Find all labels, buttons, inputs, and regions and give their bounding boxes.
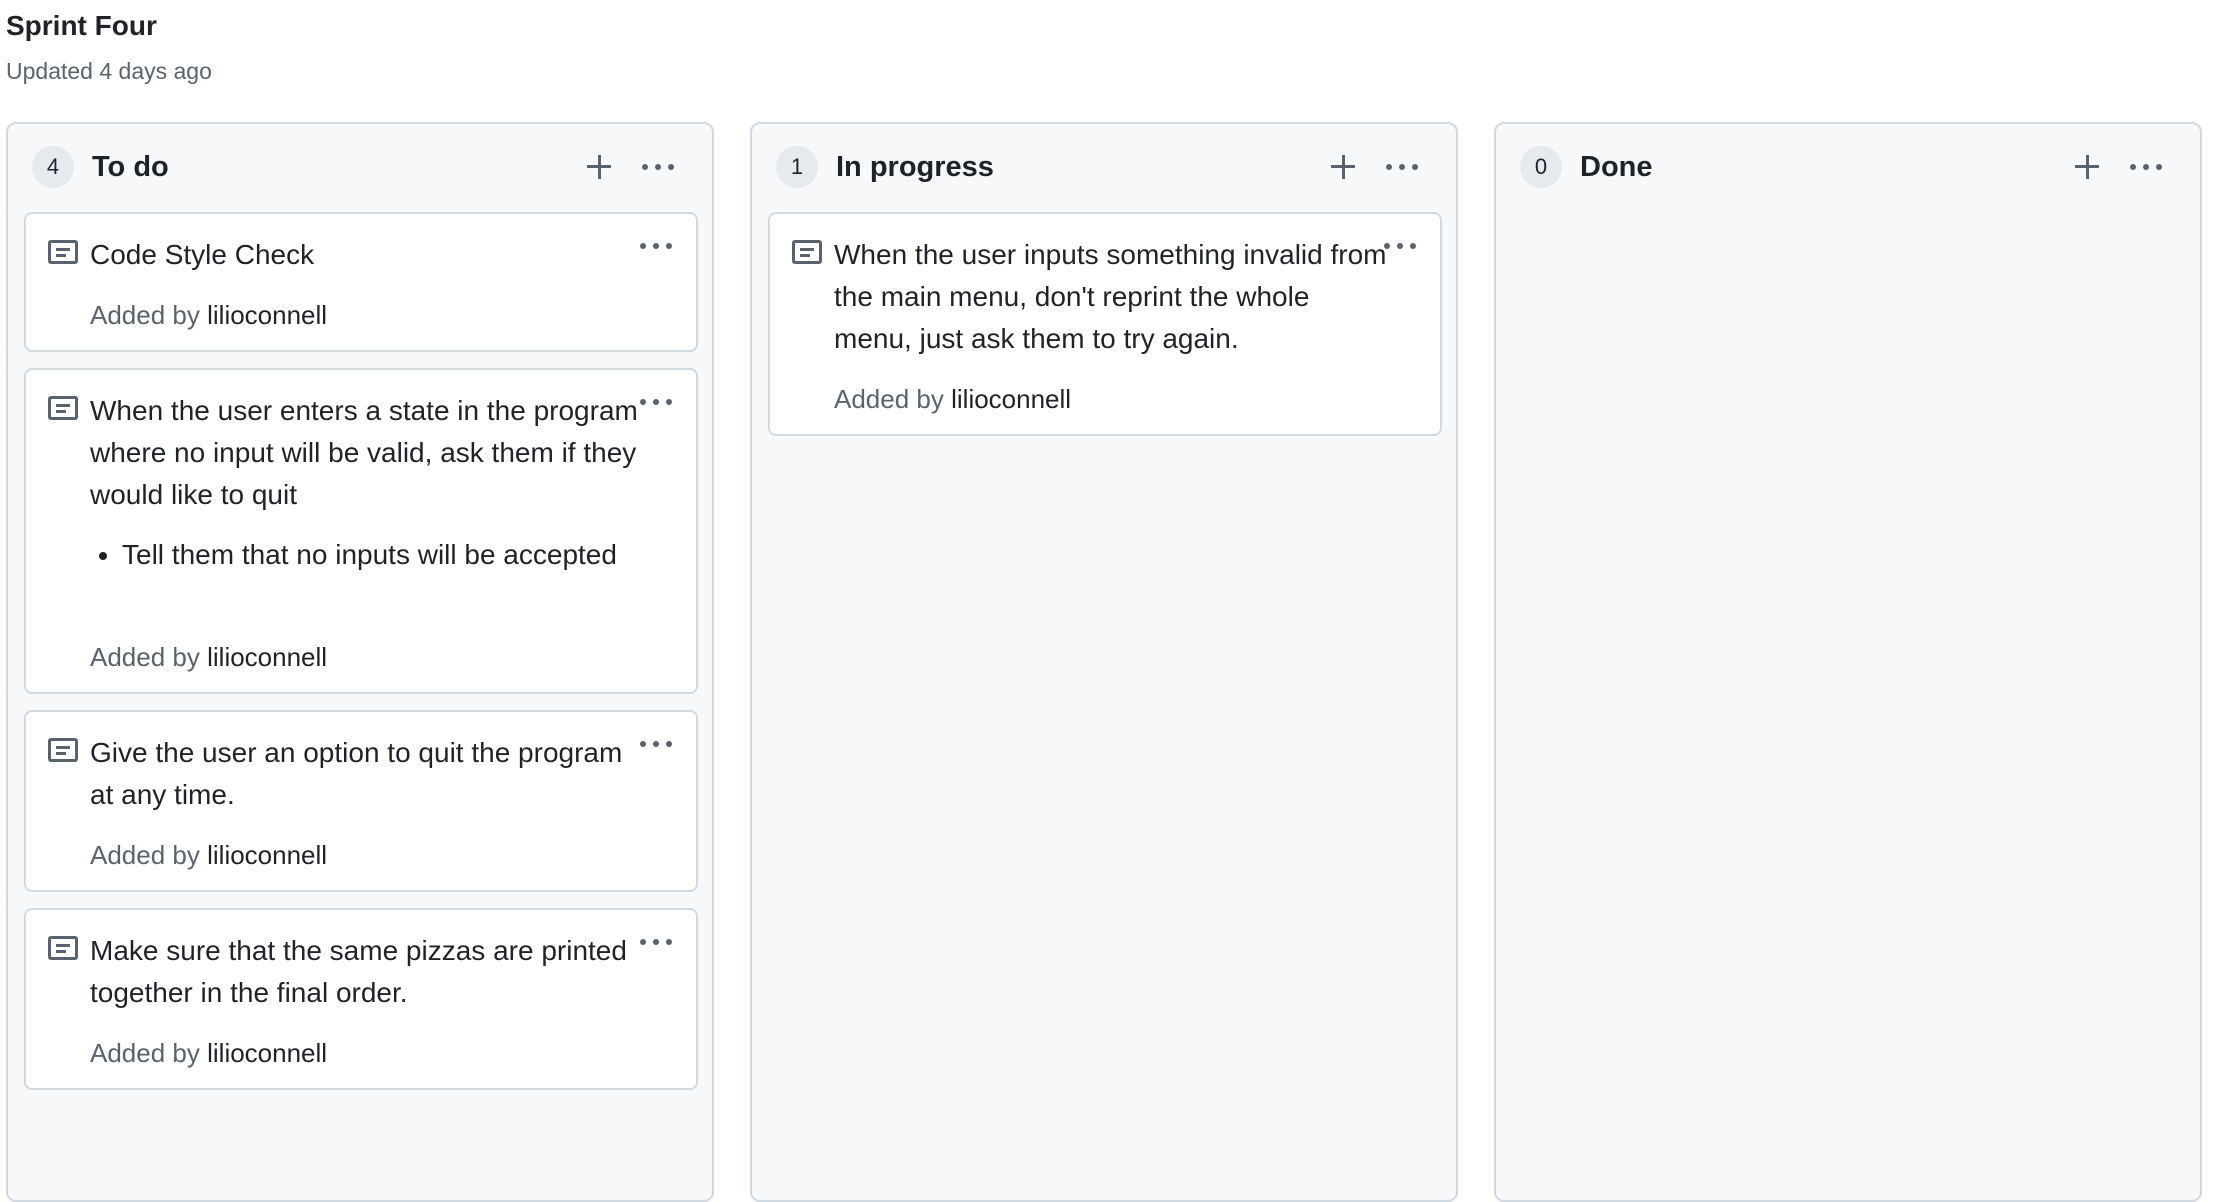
card-bullet-list: Tell them that no inputs will be accepte… [90, 534, 682, 576]
card-author[interactable]: lilioconnell [951, 384, 1071, 414]
card-meta: Added by lilioconnell [90, 298, 327, 332]
kebab-horizontal-icon[interactable] [636, 392, 676, 412]
card-author[interactable]: lilioconnell [207, 300, 327, 330]
card-author[interactable]: lilioconnell [207, 642, 327, 672]
card-item[interactable]: When the user inputs something invalid f… [768, 212, 1442, 436]
item-count-badge: 4 [32, 146, 74, 188]
card-title[interactable]: Make sure that the same pizzas are print… [90, 930, 646, 1014]
kebab-horizontal-icon[interactable] [638, 157, 678, 177]
column-header: 0 Done [1496, 124, 2200, 208]
kebab-horizontal-icon[interactable] [1380, 236, 1420, 256]
column-title: Done [1580, 151, 1653, 183]
card-item[interactable]: When the user enters a state in the prog… [24, 368, 698, 694]
card-meta: Added by lilioconnell [90, 640, 327, 674]
plus-icon[interactable] [2068, 148, 2106, 186]
added-by-label: Added by [90, 300, 200, 330]
updated-timestamp: Updated 4 days ago [6, 58, 212, 84]
card-title[interactable]: Code Style Check [90, 234, 646, 276]
card-meta: Added by lilioconnell [834, 382, 1071, 416]
kebab-horizontal-icon[interactable] [636, 236, 676, 256]
view-header: Sprint Four Updated 4 days ago [6, 8, 212, 85]
kebab-horizontal-icon[interactable] [1382, 157, 1422, 177]
column-title: In progress [836, 151, 994, 183]
card-author[interactable]: lilioconnell [207, 840, 327, 870]
list-item: Tell them that no inputs will be accepte… [122, 534, 682, 576]
column-title: To do [92, 151, 169, 183]
card-title[interactable]: Give the user an option to quit the prog… [90, 732, 646, 816]
item-count-badge: 1 [776, 146, 818, 188]
note-icon [48, 738, 78, 762]
kebab-horizontal-icon[interactable] [2126, 157, 2166, 177]
card-author[interactable]: lilioconnell [207, 1038, 327, 1068]
card-title[interactable]: When the user inputs something invalid f… [834, 234, 1390, 360]
added-by-label: Added by [90, 642, 200, 672]
column-todo: 4 To do Code Style Check Added by lilioc… [6, 122, 714, 1202]
kebab-horizontal-icon[interactable] [636, 734, 676, 754]
item-count-badge: 0 [1520, 146, 1562, 188]
card-item[interactable]: Make sure that the same pizzas are print… [24, 908, 698, 1090]
card-item[interactable]: Code Style Check Added by lilioconnell [24, 212, 698, 352]
column-header: 1 In progress [752, 124, 1456, 208]
card-meta: Added by lilioconnell [90, 1036, 327, 1070]
plus-icon[interactable] [1324, 148, 1362, 186]
added-by-label: Added by [834, 384, 944, 414]
column-done: 0 Done [1494, 122, 2202, 1202]
added-by-label: Added by [90, 840, 200, 870]
note-icon [792, 240, 822, 264]
card-title[interactable]: When the user enters a state in the prog… [90, 390, 646, 516]
card-item[interactable]: Give the user an option to quit the prog… [24, 710, 698, 892]
note-icon [48, 936, 78, 960]
view-title: Sprint Four [6, 10, 157, 41]
note-icon [48, 396, 78, 420]
column-header: 4 To do [8, 124, 712, 208]
kebab-horizontal-icon[interactable] [636, 932, 676, 952]
note-icon [48, 240, 78, 264]
added-by-label: Added by [90, 1038, 200, 1068]
plus-icon[interactable] [580, 148, 618, 186]
card-meta: Added by lilioconnell [90, 838, 327, 872]
column-in-progress: 1 In progress When the user inputs somet… [750, 122, 1458, 1202]
